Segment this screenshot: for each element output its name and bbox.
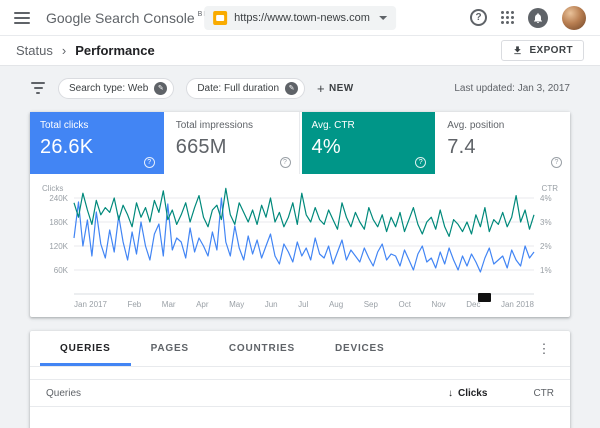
breadcrumb-status[interactable]: Status	[16, 43, 53, 58]
metric-label: Total impressions	[175, 120, 254, 131]
new-filter-label: NEW	[329, 82, 354, 94]
metric-label: Avg. CTR	[311, 120, 355, 131]
page-title: Performance	[75, 43, 155, 58]
tab-devices[interactable]: DEVICES	[315, 331, 405, 366]
help-icon[interactable]	[551, 157, 562, 168]
new-filter-button[interactable]: NEW	[317, 81, 354, 96]
tab-pages[interactable]: PAGES	[131, 331, 209, 366]
app-bar: Google Search Console BETA https://www.t…	[0, 0, 600, 36]
metric-card-avg-ctr[interactable]: Avg. CTR 4%	[301, 112, 436, 174]
x-axis-labels: Jan 2017 Feb Mar Apr May Jun Jul Aug Sep Oct Nov De…	[74, 300, 534, 309]
help-icon[interactable]	[143, 157, 155, 168]
app-bar-actions	[470, 5, 586, 30]
breadcrumb-chevron-icon	[53, 42, 75, 60]
right-axis-ticks: 4% 3% 2% 1%	[540, 194, 552, 275]
property-url: https://www.town-news.com	[234, 12, 370, 24]
performance-chart-panel: Total clicks 26.6K Total impressions 665…	[30, 112, 570, 317]
metric-value: 26.6K	[40, 136, 94, 158]
help-icon[interactable]	[415, 157, 427, 168]
date-filter-chip-label: Date: Full duration	[197, 82, 280, 94]
line-chart: Clicks CTR 240K 180K 120K 60K 4% 3% 2% 1% Jan …	[40, 184, 560, 309]
last-updated-text: Last updated: Jan 3, 2017	[454, 82, 570, 94]
export-label: EXPORT	[529, 45, 573, 56]
product-logo: Google Search Console BETA	[46, 10, 219, 26]
dimensions-table-panel: QUERIES PAGES COUNTRIES DEVICES Queries …	[30, 331, 570, 428]
edit-pencil-icon	[154, 81, 168, 95]
tab-queries[interactable]: QUERIES	[40, 331, 131, 366]
metric-label: Total clicks	[40, 120, 89, 131]
edit-pencil-icon	[285, 81, 299, 95]
search-type-chip-label: Search type: Web	[69, 82, 149, 94]
download-icon	[514, 46, 522, 55]
breadcrumb-bar: Status Performance EXPORT	[0, 36, 600, 66]
site-icon	[213, 11, 228, 25]
metric-value: 4%	[311, 136, 341, 158]
property-selector[interactable]: https://www.town-news.com	[204, 6, 396, 30]
account-avatar[interactable]	[562, 5, 586, 30]
export-button[interactable]: EXPORT	[501, 40, 584, 61]
filter-icon[interactable]	[30, 82, 46, 94]
metric-card-avg-position[interactable]: Avg. position 7.4	[437, 112, 570, 174]
metric-cards-row: Total clicks 26.6K Total impressions 665…	[30, 112, 570, 174]
chevron-down-icon	[378, 16, 387, 20]
tab-countries[interactable]: COUNTRIES	[209, 331, 315, 366]
apps-grid-icon[interactable]	[501, 11, 514, 24]
performance-chart-svg[interactable]	[73, 187, 535, 296]
overflow-menu-icon[interactable]	[534, 341, 554, 357]
metric-value: 7.4	[447, 136, 476, 158]
left-axis-ticks: 240K 180K 120K 60K	[49, 194, 68, 275]
product-name: Google Search Console	[46, 9, 195, 26]
column-header-ctr[interactable]: CTR	[533, 388, 554, 399]
chart-body: 240K 180K 120K 60K 4% 3% 2% 1%	[40, 187, 560, 296]
column-header-clicks[interactable]: Clicks	[448, 388, 487, 399]
notifications-bell-icon[interactable]	[528, 7, 548, 28]
column-header-queries: Queries	[46, 387, 82, 399]
help-icon[interactable]	[470, 9, 487, 26]
left-axis-title: Clicks	[42, 184, 64, 193]
menu-icon[interactable]	[14, 11, 30, 24]
table-header-right: Clicks CTR	[448, 388, 554, 399]
table-tabs: QUERIES PAGES COUNTRIES DEVICES	[30, 331, 570, 367]
sort-descending-icon	[448, 388, 453, 399]
metric-card-total-clicks[interactable]: Total clicks 26.6K	[30, 112, 164, 174]
cursor-artifact	[478, 293, 491, 302]
filter-row: Search type: Web Date: Full duration NEW…	[30, 76, 570, 100]
search-type-chip[interactable]: Search type: Web	[58, 77, 175, 99]
metric-label: Avg. position	[447, 120, 505, 131]
main-content: Search type: Web Date: Full duration NEW…	[0, 66, 600, 428]
help-icon[interactable]	[279, 157, 291, 168]
date-filter-chip[interactable]: Date: Full duration	[186, 77, 306, 99]
right-axis-title: CTR	[541, 184, 558, 193]
table-header-row: Queries Clicks CTR	[30, 379, 570, 407]
metric-value: 665M	[175, 136, 227, 158]
metric-card-total-impressions[interactable]: Total impressions 665M	[165, 112, 300, 174]
chart-axis-headers: Clicks CTR	[40, 184, 560, 196]
